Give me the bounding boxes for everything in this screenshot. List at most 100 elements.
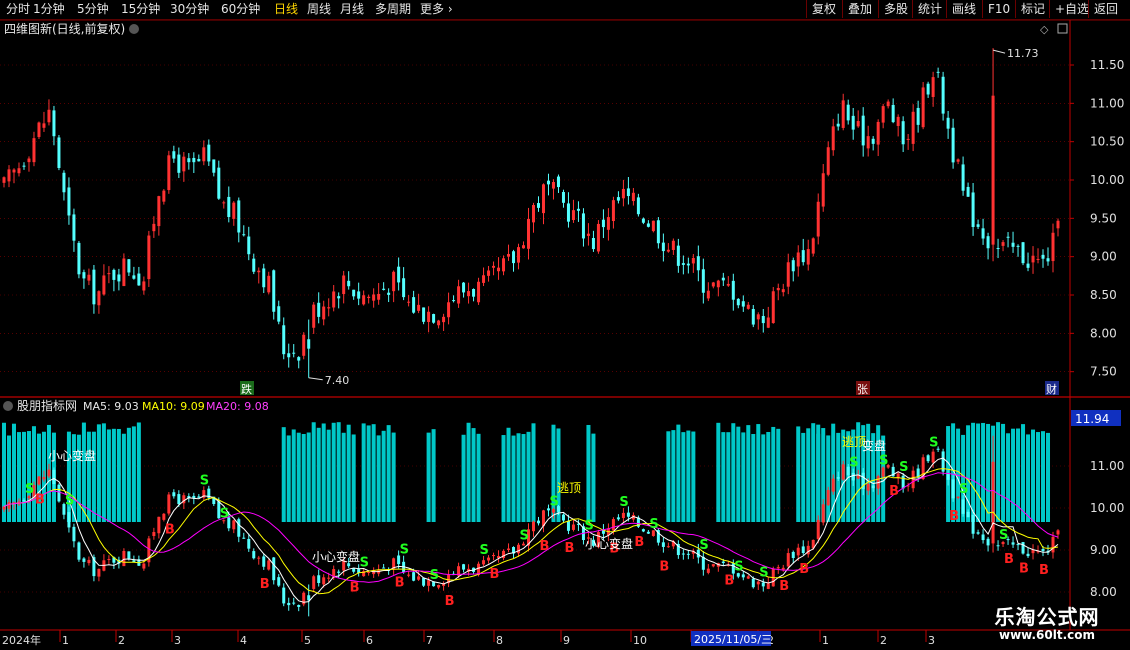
period-tab-more[interactable]: 更多 › [420,0,453,19]
mark-button[interactable]: 标记 [1015,0,1050,18]
signal-b: B [634,535,644,550]
diamond-icon: ◇ [1040,23,1049,36]
overlay-button[interactable]: 叠加 [842,0,877,18]
candle-body [826,147,830,175]
period-tab-weekly[interactable]: 周线 [307,0,331,19]
indicator-candle-body [237,519,241,537]
indicator-band-bar [501,435,506,522]
candle-body [681,263,685,265]
candle-body [571,210,575,221]
candle-body [222,202,226,204]
candle-body [676,245,680,266]
f10-button[interactable]: F10 [982,0,1015,18]
indicator-candle-body [252,551,256,559]
signal-s: S [520,529,529,544]
candle-body [1036,258,1040,260]
candle-body [901,121,905,145]
stats-button[interactable]: 统计 [912,0,947,18]
period-tab-60min[interactable]: 60分钟 [221,0,260,19]
indicator-candle-body [487,557,491,561]
period-tab-5min[interactable]: 5分钟 [77,0,109,19]
candle-body [866,136,870,149]
indicator-band-bar [136,422,141,522]
indicator-band-bar [1036,432,1041,522]
signal-b: B [165,523,175,538]
candle-body [27,158,31,163]
back-button[interactable]: 返回 [1088,0,1123,18]
signal-s: S [25,482,34,497]
signal-s: S [220,506,229,521]
period-tab-fenshi[interactable]: 分时 [6,0,30,19]
candle-body [362,295,366,305]
candle-body [776,288,780,291]
indicator-candle-body [142,563,146,569]
candle-body [102,275,106,295]
candle-body [876,121,880,145]
candle-body [207,144,211,162]
candle-body [1001,242,1005,246]
top-toolbar: 分时 1分钟 5分钟 15分钟 30分钟 60分钟 日线 周线 月线 多周期 更… [0,0,1130,20]
fuquan-button[interactable]: 复权 [806,0,841,18]
indicator-candle-body [1016,544,1020,546]
candle-body [1026,263,1030,268]
cursor-date-label: 2025/11/05/三 [694,633,772,646]
indicator-band-bar [286,435,291,522]
indicator-candle-body [322,577,326,585]
candle-body [332,291,336,308]
candle-body [487,270,491,276]
indicator-band-bar [676,424,681,522]
candle-body [531,205,535,223]
ma5-line [3,457,1059,603]
indicator-band-bar [351,434,356,522]
period-tab-30min[interactable]: 30分钟 [170,0,209,19]
low-arrow-icon [308,377,323,381]
indicator-candle-body [856,475,860,479]
indicator-band-bar [976,423,981,522]
indicator-candle-body [976,532,980,534]
candle-body [791,260,795,272]
indicator-candle-body [37,476,41,485]
x-axis-month: 1 [62,634,69,647]
candle-body [272,270,276,312]
signal-b: B [539,539,549,554]
indicator-candle-body [536,520,540,524]
indicator-band-bar [1001,423,1006,522]
y-tick-label: 10.50 [1090,135,1124,149]
candle-body [227,196,231,218]
indicator-band-bar [111,428,116,522]
indicator-candle-body [946,473,950,480]
candle-body [517,247,521,263]
candle-body [132,275,136,279]
candle-body [37,122,41,137]
candle-body [956,159,960,162]
candle-body [666,249,670,252]
candle-body [596,223,600,252]
chart-area[interactable]: BBB B BBBB B B BBB BBBBBB BSSSSSSSSSSSSSSS SS S SS… [0,20,1130,650]
indicator-title: 股朋指标网 [17,398,77,413]
candle-body [856,121,860,127]
candle-body [192,157,196,163]
period-tab-monthly[interactable]: 月线 [340,0,364,19]
x-axis-month: 3 [174,634,181,647]
period-tab-15min[interactable]: 15分钟 [121,0,160,19]
candle-body [382,288,386,290]
indicator-band-bar [131,426,136,522]
indicator-band-bar [1046,432,1051,522]
candle-body [337,296,341,299]
period-tab-multi[interactable]: 多周期 [375,0,411,19]
indicator-band-bar [381,430,386,522]
period-tab-1min[interactable]: 1分钟 [33,0,65,19]
indicator-candle-body [616,517,620,520]
indicator-candle-body [462,564,466,570]
indicator-candle-body [57,484,61,502]
candle-body [467,291,471,297]
indicator-candle-body [97,568,101,577]
indicator-candle-body [1011,542,1015,545]
candle-body [252,258,256,272]
indicator-band-bar [691,431,696,522]
candle-body [17,168,21,174]
draw-line-button[interactable]: 画线 [946,0,981,18]
y-tick-label: 9.50 [1090,211,1117,225]
period-tab-daily[interactable]: 日线 [274,0,298,19]
multi-stock-button[interactable]: 多股 [878,0,913,18]
